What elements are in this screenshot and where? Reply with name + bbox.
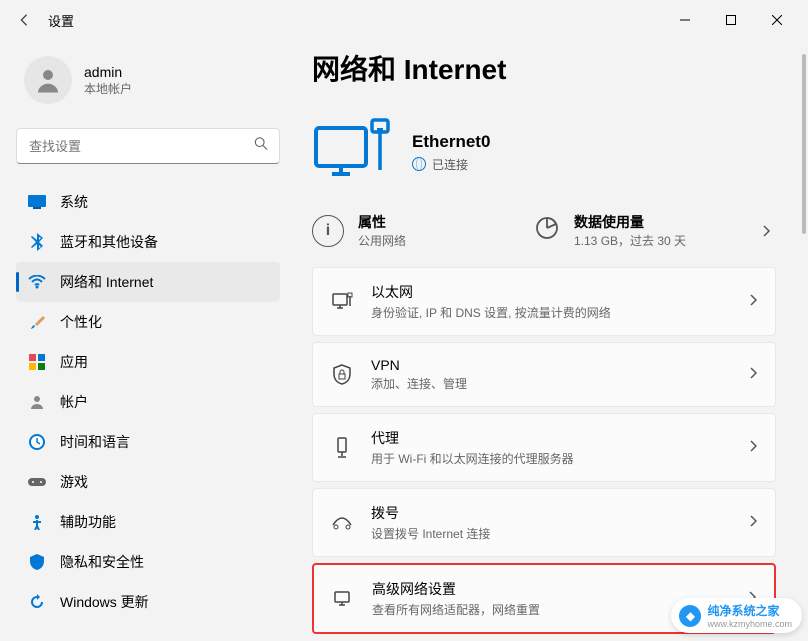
close-button[interactable] (754, 4, 800, 36)
account-icon (28, 393, 46, 411)
sidebar-item-label: Windows 更新 (60, 592, 149, 612)
user-subtitle: 本地帐户 (84, 80, 132, 97)
game-icon (28, 473, 46, 491)
card-subtitle: 设置拨号 Internet 连接 (371, 525, 731, 542)
sidebar-item-label: 网络和 Internet (60, 272, 153, 292)
chevron-right-icon (749, 366, 757, 384)
sidebar: admin 本地帐户 系统蓝牙和其他设备网络和 Internet 个性化应用帐户时… (0, 40, 296, 641)
sidebar-item-update[interactable]: Windows 更新 (16, 582, 280, 622)
sidebar-item-label: 时间和语言 (60, 432, 130, 452)
sidebar-item-ease[interactable]: 辅助功能 (16, 502, 280, 542)
data-usage-icon (534, 215, 560, 246)
info-icon: i (312, 215, 344, 247)
sidebar-item-label: 系统 (60, 192, 88, 212)
apps-icon (28, 353, 46, 371)
search-icon (254, 137, 268, 156)
nav: 系统蓝牙和其他设备网络和 Internet 个性化应用帐户时间和语言游戏辅助功能隐… (16, 182, 280, 622)
usage-cell[interactable]: 数据使用量 1.13 GB，过去 30 天 (534, 212, 736, 249)
chevron-right-icon (749, 514, 757, 532)
sidebar-item-time[interactable]: 时间和语言 (16, 422, 280, 462)
page-title: 网络和 Internet (312, 48, 776, 88)
sidebar-item-game[interactable]: 游戏 (16, 462, 280, 502)
properties-title: 属性 (358, 212, 406, 232)
content: 网络和 Internet Ethernet0 已连接 (296, 40, 808, 641)
connection-status: 已连接 (412, 156, 490, 173)
window-title: 设置 (48, 11, 74, 30)
connection-name: Ethernet0 (412, 132, 490, 152)
properties-cell[interactable]: i 属性 公用网络 (312, 212, 514, 249)
card-title: VPN (371, 357, 731, 373)
globe-icon (412, 157, 426, 171)
sidebar-item-system[interactable]: 系统 (16, 182, 280, 222)
search-box (16, 128, 280, 164)
sidebar-item-label: 游戏 (60, 472, 88, 492)
properties-sub: 公用网络 (358, 232, 406, 249)
window-controls (662, 4, 800, 36)
monitor-ethernet-icon (312, 112, 392, 192)
time-icon (28, 433, 46, 451)
proxy-icon (331, 437, 353, 459)
sidebar-item-label: 帐户 (60, 392, 88, 412)
privacy-icon (28, 553, 46, 571)
cards-container: 以太网身份验证, IP 和 DNS 设置, 按流量计费的网络 VPN 添加、连接、管… (312, 267, 776, 634)
card-subtitle: 用于 Wi-Fi 和以太网连接的代理服务器 (371, 450, 731, 467)
chevron-right-icon (749, 439, 757, 457)
sidebar-item-privacy[interactable]: 隐私和安全性 (16, 542, 280, 582)
watermark: ◆ 纯净系统之家 www.kzmyhome.com (671, 598, 802, 633)
dialup-icon (331, 512, 353, 534)
advanced-icon (332, 588, 354, 610)
scrollbar-thumb[interactable] (802, 54, 806, 234)
minimize-button[interactable] (662, 4, 708, 36)
ease-icon (28, 513, 46, 531)
vpn-icon (331, 364, 353, 386)
card-title: 高级网络设置 (372, 579, 730, 599)
bluetooth-icon (28, 233, 46, 251)
back-button[interactable] (16, 12, 32, 28)
connection-hero: Ethernet0 已连接 (312, 112, 776, 192)
sidebar-item-account[interactable]: 帐户 (16, 382, 280, 422)
chevron-right-icon (756, 224, 776, 238)
maximize-button[interactable] (708, 4, 754, 36)
card-dialup[interactable]: 拨号设置拨号 Internet 连接 (312, 488, 776, 557)
sidebar-item-apps[interactable]: 应用 (16, 342, 280, 382)
system-icon (28, 193, 46, 211)
watermark-logo-icon: ◆ (679, 605, 701, 627)
sidebar-item-label: 隐私和安全性 (60, 552, 144, 572)
user-block[interactable]: admin 本地帐户 (16, 48, 280, 128)
user-name: admin (84, 64, 132, 80)
watermark-title: 纯净系统之家 (707, 602, 792, 619)
card-subtitle: 添加、连接、管理 (371, 375, 731, 392)
card-subtitle: 身份验证, IP 和 DNS 设置, 按流量计费的网络 (371, 304, 731, 321)
sidebar-item-label: 蓝牙和其他设备 (60, 232, 158, 252)
watermark-url: www.kzmyhome.com (707, 619, 792, 629)
card-ethernet[interactable]: 以太网身份验证, IP 和 DNS 设置, 按流量计费的网络 (312, 267, 776, 336)
chevron-right-icon (749, 293, 757, 311)
avatar (24, 56, 72, 104)
usage-sub: 1.13 GB，过去 30 天 (574, 232, 686, 249)
info-row: i 属性 公用网络 数据使用量 1.13 GB，过去 30 天 (312, 212, 776, 249)
titlebar-left: 设置 (16, 11, 74, 30)
card-proxy[interactable]: 代理用于 Wi-Fi 和以太网连接的代理服务器 (312, 413, 776, 482)
person-icon (33, 65, 63, 95)
update-icon (28, 593, 46, 611)
card-title: 以太网 (371, 282, 731, 302)
scrollbar[interactable] (802, 54, 806, 641)
brush-icon (28, 313, 46, 331)
sidebar-item-brush[interactable]: 个性化 (16, 302, 280, 342)
card-title: 代理 (371, 428, 731, 448)
search-input[interactable] (16, 128, 280, 164)
card-vpn[interactable]: VPN 添加、连接、管理 (312, 342, 776, 407)
sidebar-item-label: 应用 (60, 352, 88, 372)
titlebar: 设置 (0, 0, 808, 40)
sidebar-item-bluetooth[interactable]: 蓝牙和其他设备 (16, 222, 280, 262)
sidebar-item-label: 个性化 (60, 312, 102, 332)
sidebar-item-label: 辅助功能 (60, 512, 116, 532)
main: admin 本地帐户 系统蓝牙和其他设备网络和 Internet个性化应用帐户时… (0, 40, 808, 641)
wifi-icon (28, 273, 46, 291)
sidebar-item-wifi[interactable]: 网络和 Internet (16, 262, 280, 302)
ethernet-icon (331, 291, 353, 313)
card-title: 拨号 (371, 503, 731, 523)
usage-title: 数据使用量 (574, 212, 686, 232)
